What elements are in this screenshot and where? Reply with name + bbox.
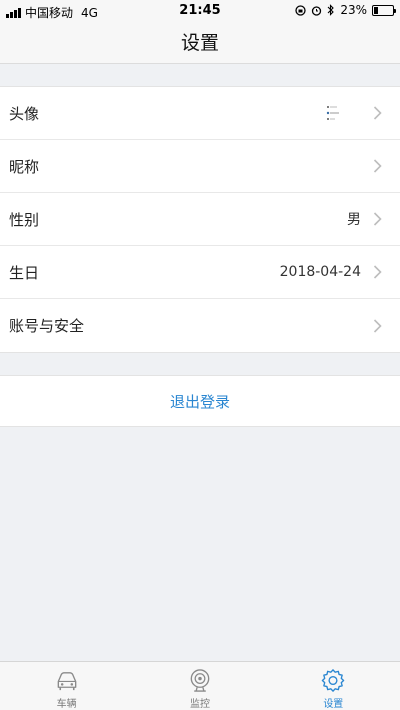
logout-button[interactable]: 退出登录: [0, 375, 400, 427]
chevron-right-icon: [373, 318, 382, 333]
chevron-right-icon: [373, 159, 382, 173]
gender-value: 男: [347, 212, 361, 228]
account-security-label: 账号与安全: [9, 317, 85, 335]
tab-bar: 车辆 监控 设置: [0, 661, 400, 710]
gender-label: 性别: [9, 210, 40, 229]
avatar-label: 头像: [9, 104, 40, 123]
battery-percent: 23%: [340, 3, 367, 17]
chevron-right-icon: [373, 212, 382, 226]
car-icon: [57, 672, 77, 691]
tab-label: 监控: [189, 699, 210, 710]
alarm-icon: [312, 5, 322, 16]
gender-row[interactable]: 性别 男: [0, 193, 400, 246]
settings-screen: 中国移动 4G 21:45 23% 设置 头像 昵称 性别 男 生日 2018-…: [0, 0, 400, 710]
battery-icon: [372, 4, 396, 16]
birthday-label: 生日: [9, 263, 40, 282]
gear-icon: [322, 669, 345, 692]
status-bar: 中国移动 4G 21:45 23%: [0, 0, 400, 22]
status-right: 23%: [295, 3, 396, 17]
rotation-lock-icon: [295, 4, 306, 16]
avatar: [326, 106, 339, 120]
settings-list: 头像 昵称 性别 男 生日 2018-04-24 账号与安全: [0, 86, 400, 353]
nickname-label: 昵称: [9, 157, 40, 176]
avatar-row[interactable]: 头像: [0, 87, 400, 140]
tab-label: 设置: [323, 699, 344, 710]
chevron-right-icon: [373, 106, 382, 120]
birthday-value: 2018-04-24: [279, 264, 361, 280]
nickname-row[interactable]: 昵称: [0, 140, 400, 193]
tab-monitor[interactable]: 监控: [133, 662, 266, 710]
tab-vehicles[interactable]: 车辆: [0, 662, 133, 710]
tab-label: 车辆: [56, 699, 77, 710]
camera-icon: [190, 669, 210, 692]
bluetooth-icon: [327, 4, 335, 16]
tab-settings[interactable]: 设置: [267, 662, 400, 710]
battery-level: [374, 6, 379, 14]
chevron-right-icon: [373, 265, 382, 279]
birthday-row[interactable]: 生日 2018-04-24: [0, 246, 400, 299]
page-title: 设置: [0, 22, 400, 64]
account-security-row[interactable]: 账号与安全: [0, 299, 400, 352]
